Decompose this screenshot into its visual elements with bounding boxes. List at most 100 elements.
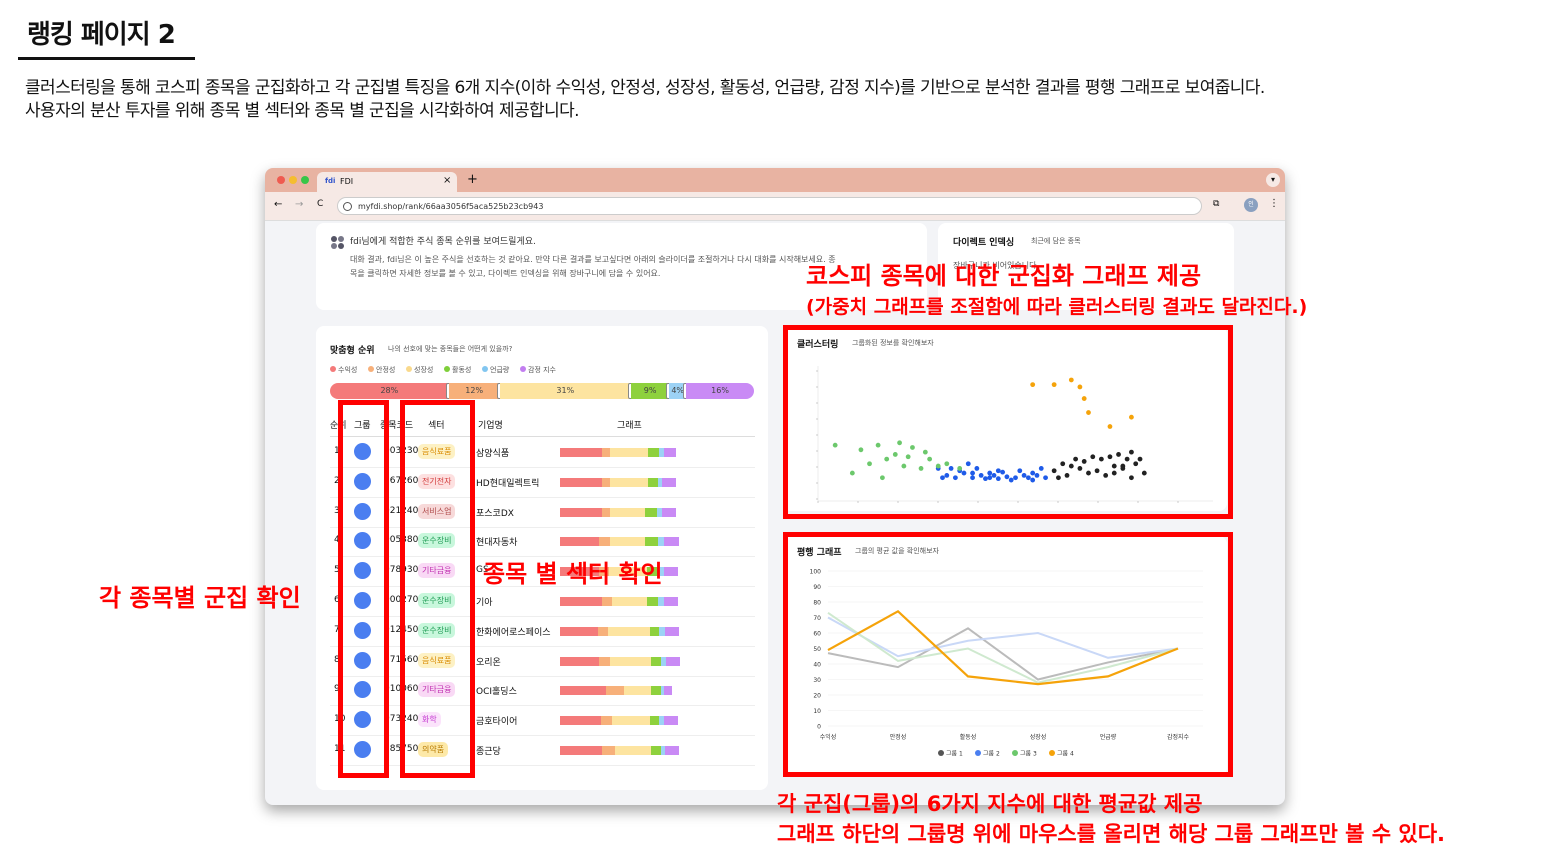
row-weight-bar bbox=[560, 626, 700, 636]
close-window-dot[interactable] bbox=[277, 176, 285, 184]
weight-segment: 16% bbox=[686, 383, 754, 399]
site-info-icon[interactable] bbox=[343, 202, 352, 211]
url-input[interactable]: myfdi.shop/rank/66aa3056f5aca525b23cb943 bbox=[337, 197, 1202, 215]
row-bar-segment bbox=[651, 686, 661, 696]
page-description-line2: 사용자의 분산 투자를 위해 종목 별 섹터와 종목 별 군집을 시각화하여 제… bbox=[25, 101, 580, 121]
row-weight-bar bbox=[560, 656, 700, 666]
table-row[interactable]: 4 005380 운수장비 현대자동차 bbox=[330, 526, 755, 558]
row-bar-segment bbox=[663, 716, 678, 726]
table-row[interactable]: 7 012450 운수장비 한화에어로스페이스 bbox=[330, 616, 755, 647]
annotation-cluster-sub: (가중치 그래프를 조절함에 따라 클러스터링 결과도 달라진다.) bbox=[806, 296, 1308, 318]
row-company: 한화에어로스페이스 bbox=[476, 627, 551, 638]
direct-indexing-subtitle: 최근에 담은 종목 bbox=[1031, 237, 1081, 245]
row-company: HD현대일렉트릭 bbox=[476, 478, 540, 489]
profile-avatar[interactable]: 인 bbox=[1244, 198, 1258, 212]
legend-label: 수익성 bbox=[338, 366, 358, 374]
row-bar-segment bbox=[611, 597, 647, 606]
table-row[interactable]: 6 000270 운수장비 기아 bbox=[330, 586, 755, 617]
intro-body-line2: 목을 클릭하면 자세한 정보를 볼 수 있고, 다이렉트 인덱싱을 위해 장바구… bbox=[350, 269, 661, 278]
row-bar-segment bbox=[645, 537, 658, 547]
table-row[interactable]: 10 073240 화학 금호타이어 bbox=[330, 705, 755, 737]
minimize-window-dot[interactable] bbox=[289, 176, 297, 184]
row-bar-segment bbox=[602, 507, 611, 517]
weight-segment: 28% bbox=[330, 383, 449, 399]
fdi-logo-icon bbox=[331, 234, 344, 249]
direct-indexing-title: 다이렉트 인덱싱 bbox=[953, 238, 1015, 248]
row-bar-segment bbox=[663, 567, 678, 577]
table-row[interactable]: 3 021240 서비스업 포스코DX bbox=[330, 497, 755, 528]
row-bar-segment bbox=[611, 716, 650, 726]
row-bar-segment bbox=[649, 716, 660, 726]
row-bar-segment bbox=[665, 746, 679, 755]
new-tab-button[interactable]: + bbox=[467, 172, 478, 187]
legend-swatch bbox=[482, 366, 488, 372]
row-bar-segment bbox=[602, 597, 612, 606]
row-bar-segment bbox=[602, 746, 615, 755]
legend-swatch bbox=[406, 366, 412, 372]
legend-swatch bbox=[444, 366, 450, 372]
row-bar-segment bbox=[610, 448, 649, 457]
tab-search-icon[interactable]: ▾ bbox=[1266, 173, 1280, 187]
row-bar-segment bbox=[600, 716, 612, 726]
row-bar-segment bbox=[560, 507, 602, 517]
row-bar-segment bbox=[560, 448, 602, 457]
row-bar-segment bbox=[560, 626, 598, 636]
row-bar-segment bbox=[663, 537, 679, 547]
row-bar-segment bbox=[610, 656, 651, 666]
address-bar-area: ← → C myfdi.shop/rank/66aa3056f5aca525b2… bbox=[265, 192, 1285, 221]
row-bar-segment bbox=[649, 626, 660, 636]
legend-label: 성장성 bbox=[414, 366, 434, 374]
tab-close-icon[interactable]: × bbox=[443, 175, 451, 186]
legend-label: 감정 지수 bbox=[528, 366, 556, 374]
table-row[interactable]: 1 003230 음식료품 삼양식품 bbox=[330, 437, 755, 468]
row-bar-segment bbox=[607, 626, 650, 636]
table-header: 순위 그룹 종목코드 섹터 기업명 그래프 bbox=[330, 416, 755, 437]
row-company: OCI홀딩스 bbox=[476, 687, 517, 698]
row-bar-segment bbox=[646, 597, 658, 606]
table-row[interactable]: 8 271560 음식료품 오리온 bbox=[330, 646, 755, 677]
browser-menu-icon[interactable]: ⋮ bbox=[1269, 198, 1279, 209]
row-bar-segment bbox=[651, 746, 661, 755]
row-weight-bar bbox=[560, 746, 700, 755]
col-graph: 그래프 bbox=[617, 421, 642, 431]
annotation-sector: 종목 별 섹터 확인 bbox=[483, 560, 663, 588]
parallel-chart-highlight bbox=[783, 532, 1233, 777]
back-icon[interactable]: ← bbox=[274, 199, 282, 210]
row-bar-segment bbox=[648, 448, 660, 457]
ranking-title: 맞춤형 순위 bbox=[330, 346, 375, 356]
row-weight-bar bbox=[560, 507, 700, 517]
row-bar-segment bbox=[662, 477, 677, 487]
row-bar-segment bbox=[602, 477, 611, 487]
weight-slider[interactable]: 28% 12% 31% 9% 4% 16% bbox=[330, 383, 754, 399]
extensions-icon[interactable]: ⧉ bbox=[1213, 199, 1219, 209]
row-bar-segment bbox=[610, 477, 649, 487]
row-bar-segment bbox=[662, 507, 677, 517]
annotation-cluster-title: 코스피 종목에 대한 군집화 그래프 제공 bbox=[806, 262, 1202, 290]
table-row[interactable]: 9 010060 기타금융 OCI홀딩스 bbox=[330, 675, 755, 707]
row-bar-segment bbox=[560, 477, 602, 487]
row-bar-segment bbox=[614, 746, 651, 755]
index-legend: 수익성 안정성 성장성 활동성 언급량 감정 지수 bbox=[330, 366, 760, 376]
weight-segment: 31% bbox=[499, 383, 632, 399]
row-bar-segment bbox=[560, 597, 602, 606]
intro-body-line1: 대화 결과, fdi님은 이 높은 주식을 선호하는 것 같아요. 만약 다른 … bbox=[350, 255, 836, 264]
forward-icon[interactable]: → bbox=[295, 199, 303, 210]
table-row[interactable]: 11 185750 의약품 종근당 bbox=[330, 735, 755, 766]
row-weight-bar bbox=[560, 597, 700, 606]
maximize-window-dot[interactable] bbox=[301, 176, 309, 184]
row-bar-segment bbox=[606, 686, 625, 696]
row-bar-segment bbox=[560, 746, 602, 755]
page-title: 랭킹 페이지 2 bbox=[27, 20, 176, 50]
table-row[interactable]: 2 267260 전기전자 HD현대일렉트릭 bbox=[330, 467, 755, 498]
annotation-parallel-line1: 각 군집(그룹)의 6가지 지수에 대한 평균값 제공 bbox=[777, 792, 1203, 816]
row-bar-segment bbox=[560, 716, 601, 726]
cluster-chart-highlight bbox=[783, 325, 1233, 519]
fdi-favicon-icon: fdi bbox=[325, 177, 336, 185]
row-bar-segment bbox=[610, 537, 646, 547]
tab-title: FDI bbox=[340, 177, 354, 186]
row-bar-segment bbox=[666, 656, 681, 666]
row-bar-segment bbox=[610, 507, 646, 517]
reload-icon[interactable]: C bbox=[317, 199, 323, 209]
browser-tab[interactable]: fdi FDI × bbox=[317, 172, 457, 192]
weight-segment: 12% bbox=[448, 383, 500, 399]
